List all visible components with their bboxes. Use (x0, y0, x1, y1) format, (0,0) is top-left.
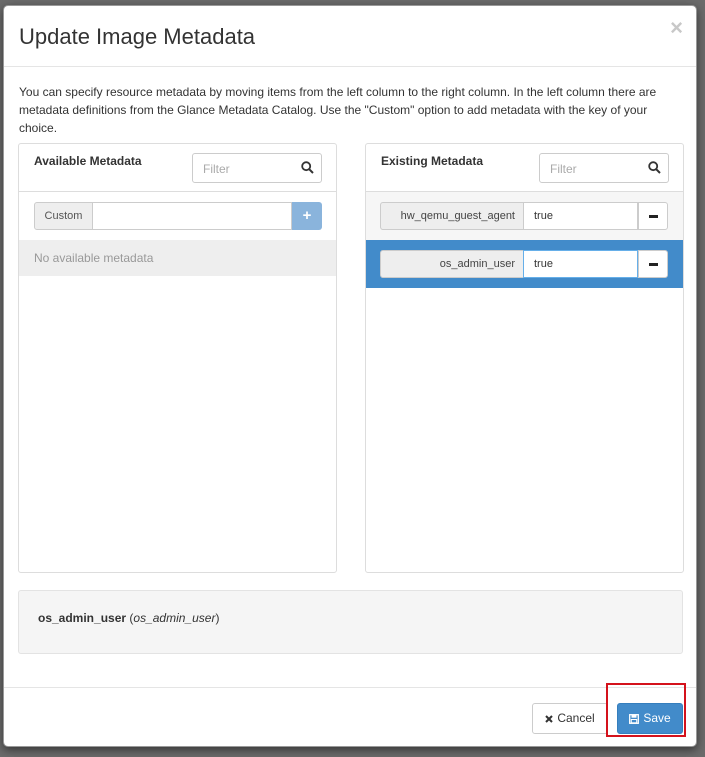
save-highlight-box (606, 683, 686, 737)
custom-label: Custom (34, 202, 93, 230)
available-empty-row: No available metadata (19, 240, 336, 276)
modal-footer: Cancel Save (4, 687, 696, 746)
metadata-description-box: os_admin_user (os_admin_user) (18, 590, 683, 654)
modal-title: Update Image Metadata (19, 24, 256, 49)
available-metadata-panel: Available Metadata Filter Custom + No av… (18, 143, 337, 573)
custom-key-input[interactable] (92, 202, 292, 230)
existing-metadata-panel: Existing Metadata Filter hw_qemu_guest_a… (365, 143, 684, 573)
metadata-value-input[interactable]: true (523, 202, 638, 230)
existing-panel-header: Existing Metadata Filter (366, 144, 683, 192)
intro-text: You can specify resource metadata by mov… (19, 85, 657, 135)
available-panel-title: Available Metadata (34, 154, 142, 168)
description-name: os_admin_user (38, 611, 127, 625)
metadata-description: os_admin_user (os_admin_user) (38, 611, 220, 625)
existing-filter-input[interactable]: Filter (539, 153, 669, 183)
available-panel-header: Available Metadata Filter (19, 144, 336, 192)
available-filter-input[interactable]: Filter (192, 153, 322, 183)
minus-icon (649, 215, 658, 218)
cancel-label: Cancel (557, 711, 595, 725)
available-filter-placeholder: Filter (203, 162, 230, 176)
search-icon (648, 161, 661, 174)
metadata-key-label: os_admin_user (380, 250, 524, 278)
existing-panel-title: Existing Metadata (381, 154, 484, 168)
existing-filter-placeholder: Filter (550, 162, 577, 176)
minus-icon (649, 263, 658, 266)
custom-metadata-row: Custom + (34, 202, 322, 230)
description-key: os_admin_user (133, 611, 216, 625)
add-custom-button[interactable]: + (292, 202, 322, 230)
existing-metadata-row-selected[interactable]: os_admin_user true (366, 240, 683, 288)
metadata-key-label: hw_qemu_guest_agent (380, 202, 524, 230)
remove-metadata-button[interactable] (638, 250, 668, 278)
no-available-metadata-text: No available metadata (34, 251, 154, 265)
cancel-button[interactable]: Cancel (532, 703, 608, 734)
close-icon[interactable]: × (670, 17, 683, 39)
remove-metadata-button[interactable] (638, 202, 668, 230)
existing-metadata-row[interactable]: hw_qemu_guest_agent true (366, 192, 683, 240)
search-icon (301, 161, 314, 174)
modal-header: Update Image Metadata × (4, 6, 696, 67)
times-icon (545, 715, 554, 723)
metadata-value-input[interactable]: true (523, 250, 638, 278)
update-metadata-modal: Update Image Metadata × You can specify … (3, 5, 697, 747)
